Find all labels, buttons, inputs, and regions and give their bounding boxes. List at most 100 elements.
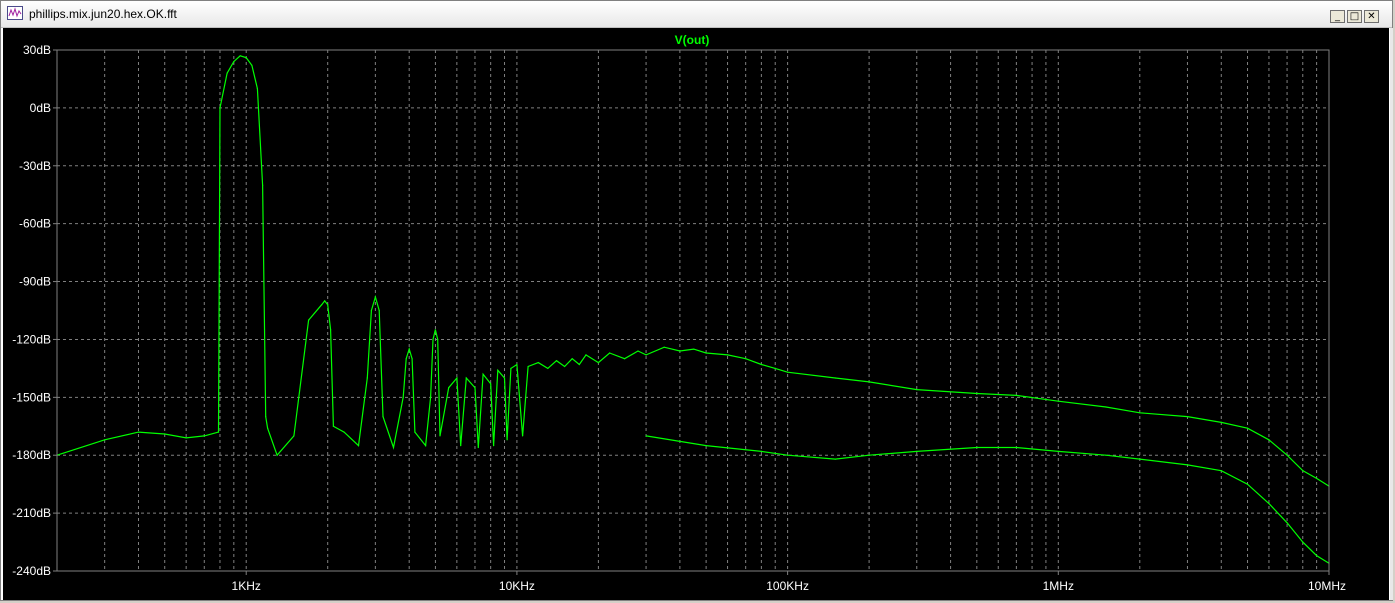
data-point (219, 107, 221, 109)
data-point (868, 381, 870, 383)
data-point (976, 446, 978, 449)
y-tick-label: -60dB (19, 217, 51, 231)
title-bar[interactable]: phillips.mix.jun20.hex.OK.fft _ □ ✕ (1, 1, 1392, 28)
data-point (555, 360, 558, 362)
data-point (1286, 454, 1288, 456)
y-tick-label: -30dB (19, 159, 51, 173)
data-point (516, 363, 518, 366)
data-point (834, 458, 836, 460)
data-point (265, 416, 267, 418)
data-point (510, 367, 512, 369)
data-point (434, 329, 436, 331)
data-point (185, 437, 187, 439)
data-point (760, 450, 763, 452)
data-point (645, 354, 647, 356)
data-point (456, 377, 458, 379)
data-point (245, 57, 247, 59)
plot-area[interactable]: V(out) 30dB 0dB -30dB -60dB -90dB -120dB -150d… (3, 28, 1389, 600)
data-point (1139, 412, 1141, 414)
data-point (332, 425, 334, 427)
data-point (203, 435, 205, 437)
data-point (787, 371, 789, 373)
data-point (262, 184, 264, 186)
maximize-button[interactable]: □ (1347, 10, 1362, 23)
traces (56, 55, 1330, 564)
data-point (868, 454, 870, 456)
trace-title[interactable]: V(out) (675, 33, 710, 47)
y-tick-label: -240dB (12, 564, 51, 578)
data-point (1246, 427, 1249, 429)
data-point (493, 445, 495, 447)
data-point (1268, 502, 1270, 505)
data-point (321, 304, 323, 306)
data-point (460, 445, 462, 447)
plot-window: phillips.mix.jun20.hex.OK.fft _ □ ✕ V(ou… (0, 0, 1393, 601)
y-tick-label: 30dB (23, 43, 51, 57)
data-point (1268, 439, 1270, 441)
data-point (324, 300, 326, 302)
data-point (705, 445, 707, 447)
close-button[interactable]: ✕ (1364, 10, 1379, 23)
data-point (834, 377, 836, 379)
data-point (597, 362, 600, 364)
data-point (506, 439, 508, 441)
data-point (432, 338, 434, 340)
data-point (916, 389, 918, 391)
data-point (503, 377, 506, 379)
y-tick-label: -150dB (12, 390, 51, 404)
data-point (267, 427, 269, 429)
x-axis: 1KHz 10KHz 100KHz 1MHz 10MHz (232, 571, 1346, 593)
data-point (645, 435, 647, 437)
data-point (1015, 446, 1018, 449)
scrollbar[interactable] (1390, 28, 1393, 600)
y-tick-label: -90dB (19, 275, 51, 289)
window-title: phillips.mix.jun20.hex.OK.fft (29, 7, 177, 21)
data-point (239, 55, 241, 57)
data-point (411, 358, 413, 360)
data-point (276, 454, 278, 456)
data-point (663, 346, 665, 348)
data-point (1246, 483, 1249, 485)
data-point (547, 367, 549, 369)
data-point (405, 358, 407, 360)
data-point (382, 416, 384, 418)
data-point (104, 439, 106, 441)
data-point (774, 367, 776, 369)
data-point (1302, 541, 1304, 543)
plot-frame (56, 49, 1330, 572)
y-tick-label: -120dB (12, 332, 51, 346)
data-point (679, 350, 681, 352)
x-tick-label: 10KHz (499, 579, 535, 593)
data-point (1186, 416, 1189, 418)
data-point (578, 363, 580, 366)
minimize-button[interactable]: _ (1330, 10, 1345, 23)
data-point (474, 387, 476, 389)
data-point (760, 363, 763, 366)
data-point (251, 64, 253, 66)
data-point (374, 296, 376, 298)
data-point (465, 377, 467, 379)
data-point (624, 358, 626, 360)
fft-chart[interactable]: V(out) 30dB 0dB -30dB -60dB -90dB -120dB -150d… (3, 28, 1389, 600)
data-point (609, 352, 611, 354)
data-point (1015, 394, 1018, 396)
data-point (976, 392, 978, 395)
data-point (1186, 464, 1189, 466)
x-tick-label: 1KHz (232, 579, 261, 593)
data-point (378, 309, 380, 312)
data-point (1105, 406, 1107, 408)
y-axis: 30dB 0dB -30dB -60dB -90dB -120dB -150dB -180dB… (12, 43, 57, 578)
data-point (137, 431, 140, 433)
data-point (1057, 450, 1059, 452)
x-tick-label: 100KHz (766, 579, 809, 593)
y-tick-label: 0dB (30, 101, 51, 115)
data-point (490, 383, 492, 385)
data-point (408, 348, 410, 350)
data-point (1316, 555, 1318, 557)
data-point (571, 358, 573, 360)
data-point (414, 431, 416, 433)
data-point (1057, 400, 1059, 402)
data-point (370, 309, 372, 312)
waveform-icon (7, 6, 23, 20)
data-point (585, 354, 587, 356)
